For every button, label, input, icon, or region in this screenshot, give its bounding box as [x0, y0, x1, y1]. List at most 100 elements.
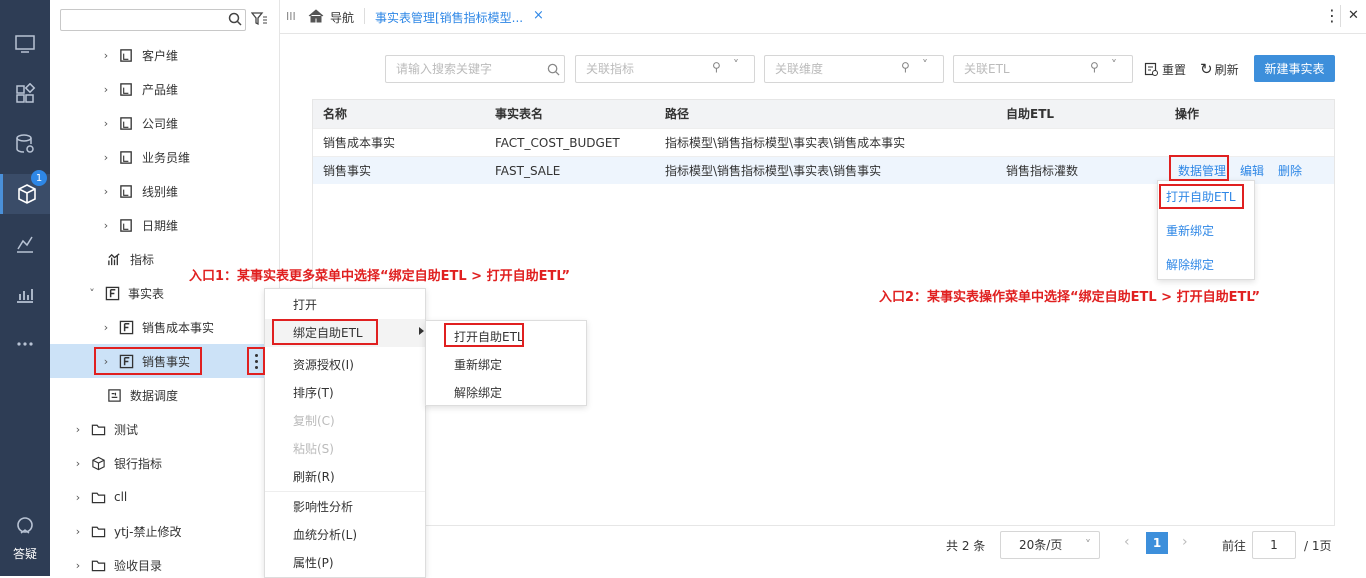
tab-navigation[interactable]: 导航 [330, 9, 354, 26]
chevron-right-icon[interactable]: › [72, 559, 84, 572]
submenu-unbind[interactable]: 解除绑定 [426, 379, 502, 407]
tree-node-label: 客户维 [142, 48, 179, 63]
tree-node-label: 线别维 [142, 184, 179, 199]
dimension-icon [118, 183, 134, 199]
tree-node-product-dim[interactable]: › 产品维 [50, 72, 279, 106]
tree-node-label: 数据调度 [130, 388, 179, 403]
annotation-entry-2: 入口2：某事实表操作菜单中选择“绑定自助ETL > 打开自助ETL” [879, 290, 1261, 305]
table-row[interactable]: 销售成本事实 FACT_COST_BUDGET 指标模型\销售指标模型\事实表\… [313, 128, 1334, 156]
tree-node-label: 公司维 [142, 116, 179, 131]
delete-button[interactable]: 删除 [1278, 157, 1302, 185]
tree-node-label: 产品维 [142, 82, 179, 97]
dimension-icon [118, 47, 134, 63]
next-page-icon[interactable]: › [1182, 534, 1188, 550]
chevron-down-icon[interactable]: ˅ [922, 58, 928, 72]
chevron-right-icon[interactable]: › [100, 83, 112, 96]
highlight-sales-fact [94, 347, 202, 375]
chevron-right-icon[interactable]: › [100, 185, 112, 198]
reset-icon [1144, 62, 1158, 76]
monitor-icon[interactable] [0, 24, 50, 64]
new-fact-table-button[interactable]: 新建事实表 [1254, 55, 1335, 82]
tree-node-ytj[interactable]: › ytj-禁止修改 [50, 514, 279, 548]
chevron-right-icon[interactable]: › [72, 525, 84, 538]
ops-menu-unbind[interactable]: 解除绑定 [1158, 251, 1214, 279]
tree-node-label: 指标 [130, 252, 155, 267]
refresh-button[interactable]: ↻ 刷新 [1200, 55, 1239, 83]
home-icon[interactable] [308, 9, 324, 23]
tree-node-data-schedule[interactable]: 数据调度 [50, 378, 279, 412]
chevron-right-icon[interactable]: › [100, 151, 112, 164]
chevron-right-icon[interactable]: › [100, 219, 112, 232]
help-label[interactable]: 答疑 [0, 545, 50, 562]
collapse-icon[interactable]: III [286, 10, 296, 23]
ops-menu-rebind[interactable]: 重新绑定 [1158, 217, 1214, 245]
submenu-rebind[interactable]: 重新绑定 [426, 351, 502, 379]
folder-icon [90, 523, 106, 539]
search-icon[interactable] [547, 63, 560, 76]
menu-item-copy[interactable]: 复制(C) [265, 407, 335, 435]
chevron-right-icon[interactable]: › [100, 321, 112, 334]
tree-node-test[interactable]: › 测试 [50, 412, 279, 446]
bar-chart-icon[interactable] [0, 274, 50, 314]
more-icon[interactable] [0, 324, 50, 364]
tree-node-label: cll [114, 490, 128, 504]
close-icon[interactable]: ✕ [1348, 8, 1359, 23]
menu-item-properties[interactable]: 属性(P) [265, 549, 334, 577]
tab-close-icon[interactable]: × [533, 8, 544, 23]
chart-area-icon[interactable] [0, 224, 50, 264]
more-vertical-icon[interactable]: ⋮ [1324, 6, 1340, 25]
tab-fact-table-management[interactable]: 事实表管理[销售指标模型... [375, 9, 523, 26]
column-header-etl: 自助ETL [1006, 107, 1055, 121]
tree-node-acceptance[interactable]: › 验收目录 [50, 548, 279, 576]
tree-node-sales-cost-fact[interactable]: › 销售成本事实 [50, 310, 279, 344]
menu-item-lineage-analysis[interactable]: 血统分析(L) [265, 521, 357, 549]
prev-page-icon[interactable]: ‹ [1124, 534, 1130, 550]
page-number-current[interactable]: 1 [1146, 532, 1168, 554]
chevron-right-icon[interactable]: › [100, 117, 112, 130]
tree-node-customer-dim[interactable]: › 客户维 [50, 38, 279, 72]
tree-search-input[interactable] [60, 9, 246, 31]
chevron-right-icon[interactable]: › [72, 423, 84, 436]
pagination: 共 2 条 20条/页 ˅ ‹ 1 › 前往 1 / 1页 [946, 531, 1366, 560]
chevron-down-icon[interactable]: ˅ [733, 58, 739, 72]
chevron-down-icon[interactable]: ˅ [1111, 58, 1117, 72]
goto-page-input[interactable]: 1 [1252, 531, 1296, 559]
folder-icon [90, 557, 106, 573]
dimension-select[interactable]: 关联维度 [764, 55, 944, 83]
apps-icon[interactable] [0, 74, 50, 114]
indicator-select[interactable]: 关联指标 [575, 55, 755, 83]
annotation-entry-1: 入口1：某事实表更多菜单中选择“绑定自助ETL > 打开自助ETL” [189, 269, 571, 284]
tree-node-date-dim[interactable]: › 日期维 [50, 208, 279, 242]
menu-item-refresh[interactable]: 刷新(R) [265, 463, 335, 491]
fact-table-icon [104, 285, 120, 301]
menu-item-authorize[interactable]: 资源授权(I) [265, 351, 354, 379]
chevron-down-icon[interactable]: ˅ [86, 287, 98, 300]
tree-node-line-dim[interactable]: › 线别维 [50, 174, 279, 208]
tree-node-bank-indicator[interactable]: › 银行指标 [50, 446, 279, 480]
menu-item-paste[interactable]: 粘贴(S) [265, 435, 334, 463]
etl-select[interactable]: 关联ETL [953, 55, 1133, 83]
tree-node-salesman-dim[interactable]: › 业务员维 [50, 140, 279, 174]
chevron-right-icon[interactable]: › [100, 49, 112, 62]
filter-icon[interactable] [251, 12, 267, 26]
menu-item-open[interactable]: 打开 [265, 291, 317, 319]
help-icon[interactable] [0, 512, 50, 540]
page-size-select[interactable]: 20条/页 ˅ [1000, 531, 1100, 559]
column-header-path: 路径 [665, 107, 690, 121]
column-header-ops: 操作 [1175, 107, 1200, 121]
tree-node-cll[interactable]: › cll [50, 480, 279, 514]
tree-node-label: 测试 [114, 422, 139, 437]
reset-button[interactable]: 重置 [1144, 55, 1186, 83]
divider [364, 8, 365, 24]
tree-node-company-dim[interactable]: › 公司维 [50, 106, 279, 140]
chevron-right-icon[interactable]: › [72, 491, 84, 504]
page-size-value: 20条/页 [1019, 538, 1063, 552]
goto-label: 前往 [1222, 539, 1247, 553]
menu-item-sort[interactable]: 排序(T) [265, 379, 334, 407]
search-icon[interactable] [228, 12, 242, 26]
database-settings-icon[interactable] [0, 124, 50, 164]
menu-item-impact-analysis[interactable]: 影响性分析 [265, 493, 353, 521]
chevron-right-icon[interactable]: › [72, 457, 84, 470]
search-input[interactable]: 请输入搜索关键字 [385, 55, 565, 83]
cell-path: 指标模型\销售指标模型\事实表\销售事实 [665, 164, 882, 178]
